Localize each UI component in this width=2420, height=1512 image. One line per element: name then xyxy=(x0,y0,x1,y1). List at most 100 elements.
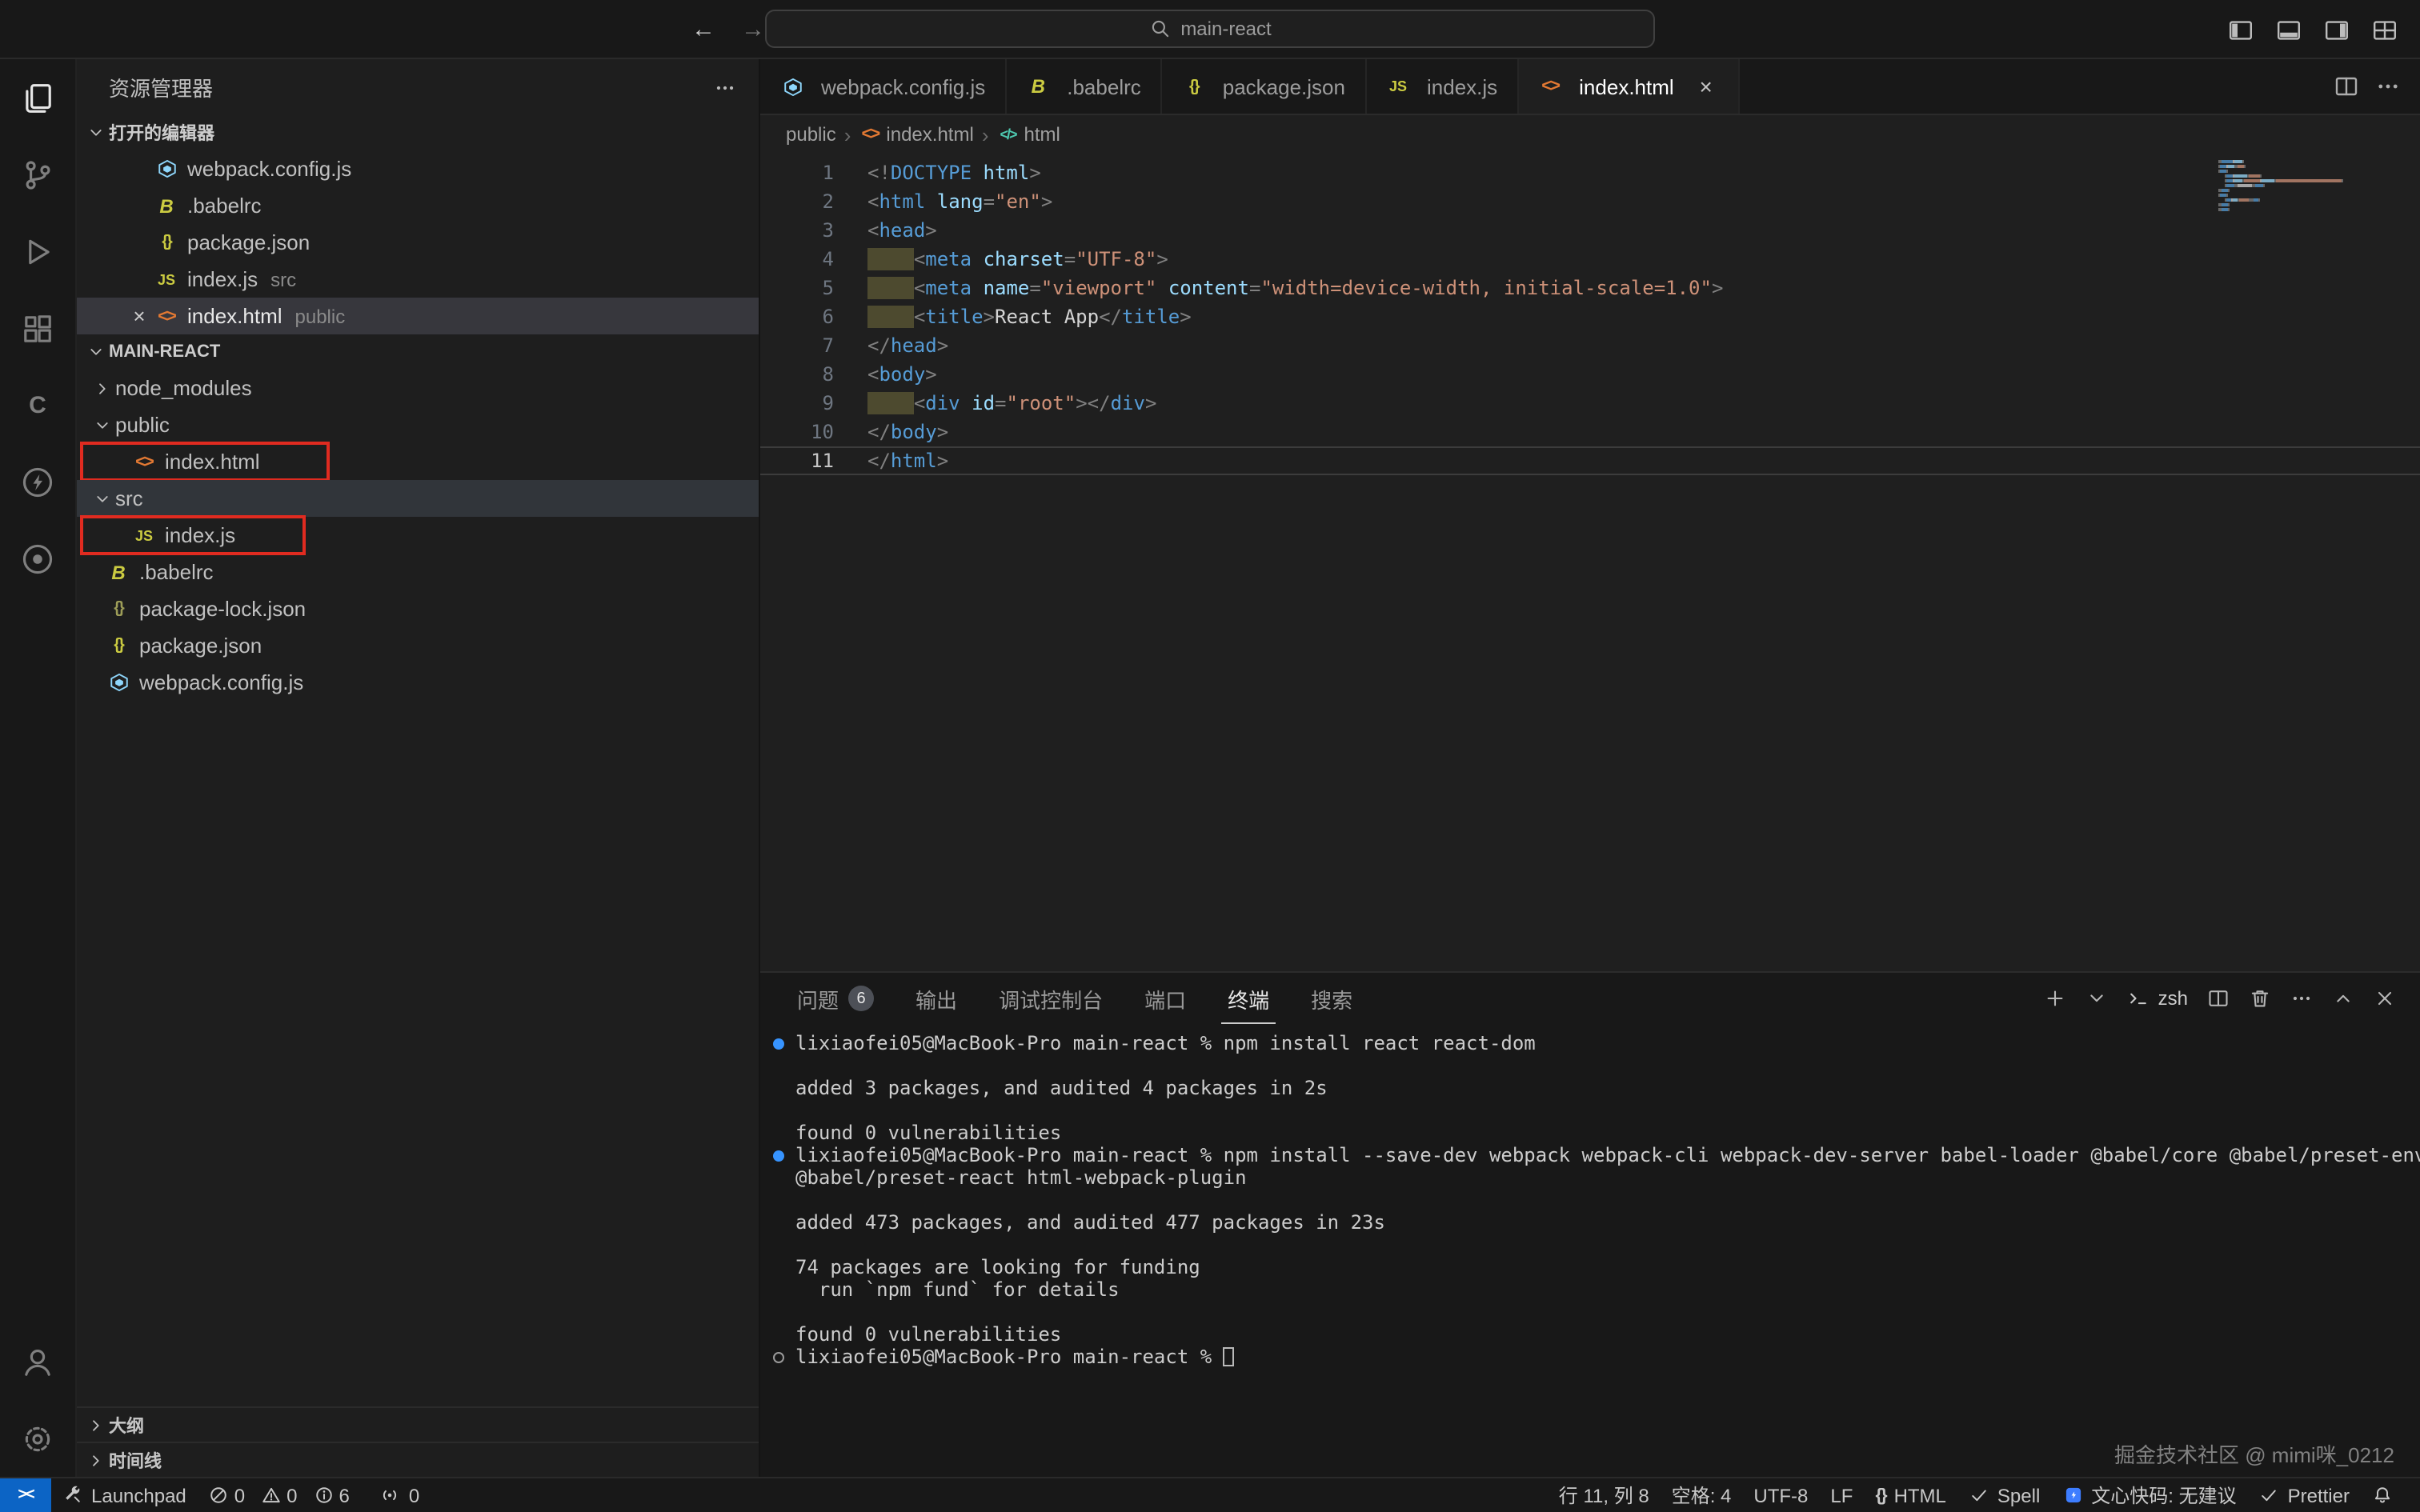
extension-c-icon: C xyxy=(29,391,46,418)
open-editor-webpack.config.js[interactable]: webpack.config.js xyxy=(77,150,759,187)
back-button[interactable]: ← xyxy=(691,16,715,43)
tab-.babelrc[interactable]: B.babelrc xyxy=(1006,59,1162,114)
open-editors-header[interactable]: 打开的编辑器 xyxy=(77,115,759,150)
terminal-profile[interactable]: zsh xyxy=(2120,987,2196,1010)
bottom-panel: 问题 6 输出 调试控制台 端口 终端 搜索 zsh xyxy=(760,971,2420,1477)
new-terminal-icon[interactable] xyxy=(2037,979,2075,1018)
project-header[interactable]: MAIN-REACT xyxy=(77,334,759,370)
kill-terminal-icon[interactable] xyxy=(2241,979,2279,1018)
forward-button[interactable]: → xyxy=(741,16,765,43)
tree-item-public[interactable]: public xyxy=(77,406,759,443)
open-editor-index.js[interactable]: JSindex.js src xyxy=(77,261,759,298)
panel-tab-调试控制台[interactable]: 调试控制台 xyxy=(992,973,1109,1024)
code-line-11: 11</html> xyxy=(760,446,2420,475)
breadcrumb-separator: › xyxy=(844,122,851,146)
line-number: 3 xyxy=(760,216,867,245)
tree-item-package.json[interactable]: {}package.json xyxy=(77,627,759,664)
panel-tab-终端[interactable]: 终端 xyxy=(1221,973,1276,1024)
toggle-panel-icon[interactable] xyxy=(2276,17,2302,42)
close-icon[interactable]: × xyxy=(125,304,154,328)
babel-icon: B xyxy=(1025,75,1051,98)
toggle-secondary-sidebar-icon[interactable] xyxy=(2324,17,2350,42)
more-actions-icon[interactable] xyxy=(714,76,736,98)
breadcrumb-html[interactable]: </>html xyxy=(997,123,1060,146)
terminal-line: lixiaofei05@MacBook-Pro main-react % xyxy=(760,1346,2420,1368)
terminal-line: @babel/preset-react html-webpack-plugin xyxy=(760,1166,2420,1189)
tabbar-actions xyxy=(2334,59,2420,114)
open-editor-package.json[interactable]: {}package.json xyxy=(77,224,759,261)
terminal-line: 74 packages are looking for funding xyxy=(760,1256,2420,1278)
tree-item-package-lock.json[interactable]: {}package-lock.json xyxy=(77,590,759,627)
terminal-line: found 0 vulnerabilities xyxy=(760,1323,2420,1346)
check-icon xyxy=(1969,1485,1989,1506)
activity-bar-item-extension-lightning[interactable] xyxy=(0,443,76,520)
open-editor-index.html[interactable]: × <>index.html public xyxy=(77,298,759,334)
status-comate[interactable]: 文心快码: 无建议 xyxy=(2051,1478,2247,1512)
more-actions-icon[interactable] xyxy=(2375,74,2401,99)
code-line-6: 6 <title>React App</title> xyxy=(760,302,2420,331)
tree-item-.babelrc[interactable]: B.babelrc xyxy=(77,554,759,590)
breadcrumb-separator: › xyxy=(982,122,989,146)
js-icon: JS xyxy=(1385,78,1411,94)
maximize-panel-icon[interactable] xyxy=(2324,979,2362,1018)
launch-profile-icon[interactable] xyxy=(2078,979,2117,1018)
activity-bar-item-run-debug[interactable] xyxy=(0,213,76,290)
open-editor-.babelrc[interactable]: B.babelrc xyxy=(77,187,759,224)
more-actions-icon[interactable] xyxy=(2282,979,2321,1018)
line-number: 11 xyxy=(760,446,867,475)
status-ports[interactable]: 0 xyxy=(369,1478,431,1512)
tree-item-index.js[interactable]: JSindex.js xyxy=(77,517,759,554)
activity-bar-item-extension-c[interactable]: C xyxy=(0,366,76,443)
tree-item-src[interactable]: src xyxy=(77,480,759,517)
tree-item-index.html[interactable]: <>index.html xyxy=(77,443,759,480)
extensions-icon xyxy=(21,311,54,345)
tab-webpack.config.js[interactable]: webpack.config.js xyxy=(760,59,1006,114)
activity-bar-item-extensions[interactable] xyxy=(0,290,76,366)
panel-tab-端口[interactable]: 端口 xyxy=(1138,973,1192,1024)
minimap[interactable] xyxy=(2218,160,2356,213)
customize-layout-icon[interactable] xyxy=(2372,17,2398,42)
code-editor[interactable]: 1<!DOCTYPE html>2<html lang="en">3<head>… xyxy=(760,154,2420,971)
terminal-line xyxy=(760,1054,2420,1077)
status-eol[interactable]: LF xyxy=(1819,1478,1864,1512)
status-problems[interactable]: 006 xyxy=(198,1478,369,1512)
breadcrumb-public[interactable]: public xyxy=(786,123,836,146)
terminal[interactable]: lixiaofei05@MacBook-Pro main-react % npm… xyxy=(760,1024,2420,1477)
command-center[interactable]: main-react xyxy=(765,10,1655,48)
panel-tab-输出[interactable]: 输出 xyxy=(909,973,964,1024)
status-cursor-position[interactable]: 行 11, 列 8 xyxy=(1548,1478,1661,1512)
status-indentation[interactable]: 空格: 4 xyxy=(1661,1478,1743,1512)
open-editors-list: webpack.config.js B.babelrc {}package.js… xyxy=(77,150,759,334)
activity-bar-item-accounts[interactable] xyxy=(0,1323,76,1400)
status-notifications[interactable] xyxy=(2361,1478,2404,1512)
activity-bar-item-explorer[interactable] xyxy=(0,59,76,136)
timeline-section[interactable]: 时间线 xyxy=(77,1442,759,1477)
tab-package.json[interactable]: {}package.json xyxy=(1162,59,1366,114)
close-panel-icon[interactable] xyxy=(2366,979,2404,1018)
status-launchpad[interactable]: Launchpad xyxy=(51,1478,198,1512)
close-icon[interactable]: × xyxy=(1693,74,1719,99)
tree-item-node_modules[interactable]: node_modules xyxy=(77,370,759,406)
panel-tab-搜索[interactable]: 搜索 xyxy=(1304,973,1359,1024)
status-language-mode[interactable]: {}HTML xyxy=(1864,1478,1957,1512)
tree-item-webpack.config.js[interactable]: webpack.config.js xyxy=(77,664,759,701)
outline-section[interactable]: 大纲 xyxy=(77,1406,759,1442)
status-right: 行 11, 列 8空格: 4UTF-8LF{}HTMLSpell文心快码: 无建… xyxy=(1548,1478,2420,1512)
terminal-line: lixiaofei05@MacBook-Pro main-react % npm… xyxy=(760,1144,2420,1166)
line-number: 4 xyxy=(760,245,867,274)
panel-tab-问题[interactable]: 问题 6 xyxy=(791,973,880,1024)
status-encoding[interactable]: UTF-8 xyxy=(1742,1478,1819,1512)
tab-index.html[interactable]: <>index.html × xyxy=(1518,59,1740,114)
status-prettier[interactable]: Prettier xyxy=(2248,1478,2361,1512)
split-terminal-icon[interactable] xyxy=(2199,979,2238,1018)
tab-index.js[interactable]: JSindex.js xyxy=(1366,59,1518,114)
activity-bar-item-source-control[interactable] xyxy=(0,136,76,213)
split-editor-icon[interactable] xyxy=(2334,74,2359,99)
status-remote-indicator[interactable]: >< xyxy=(0,1478,51,1512)
breadcrumb-index.html[interactable]: <>index.html xyxy=(859,123,973,146)
status-spell-checker[interactable]: Spell xyxy=(1957,1478,2051,1512)
activity-bar-item-settings[interactable] xyxy=(0,1400,76,1477)
activity-bar-item-extension-ring[interactable] xyxy=(0,520,76,597)
path-suffix: src xyxy=(270,268,296,290)
toggle-sidebar-icon[interactable] xyxy=(2228,17,2254,42)
